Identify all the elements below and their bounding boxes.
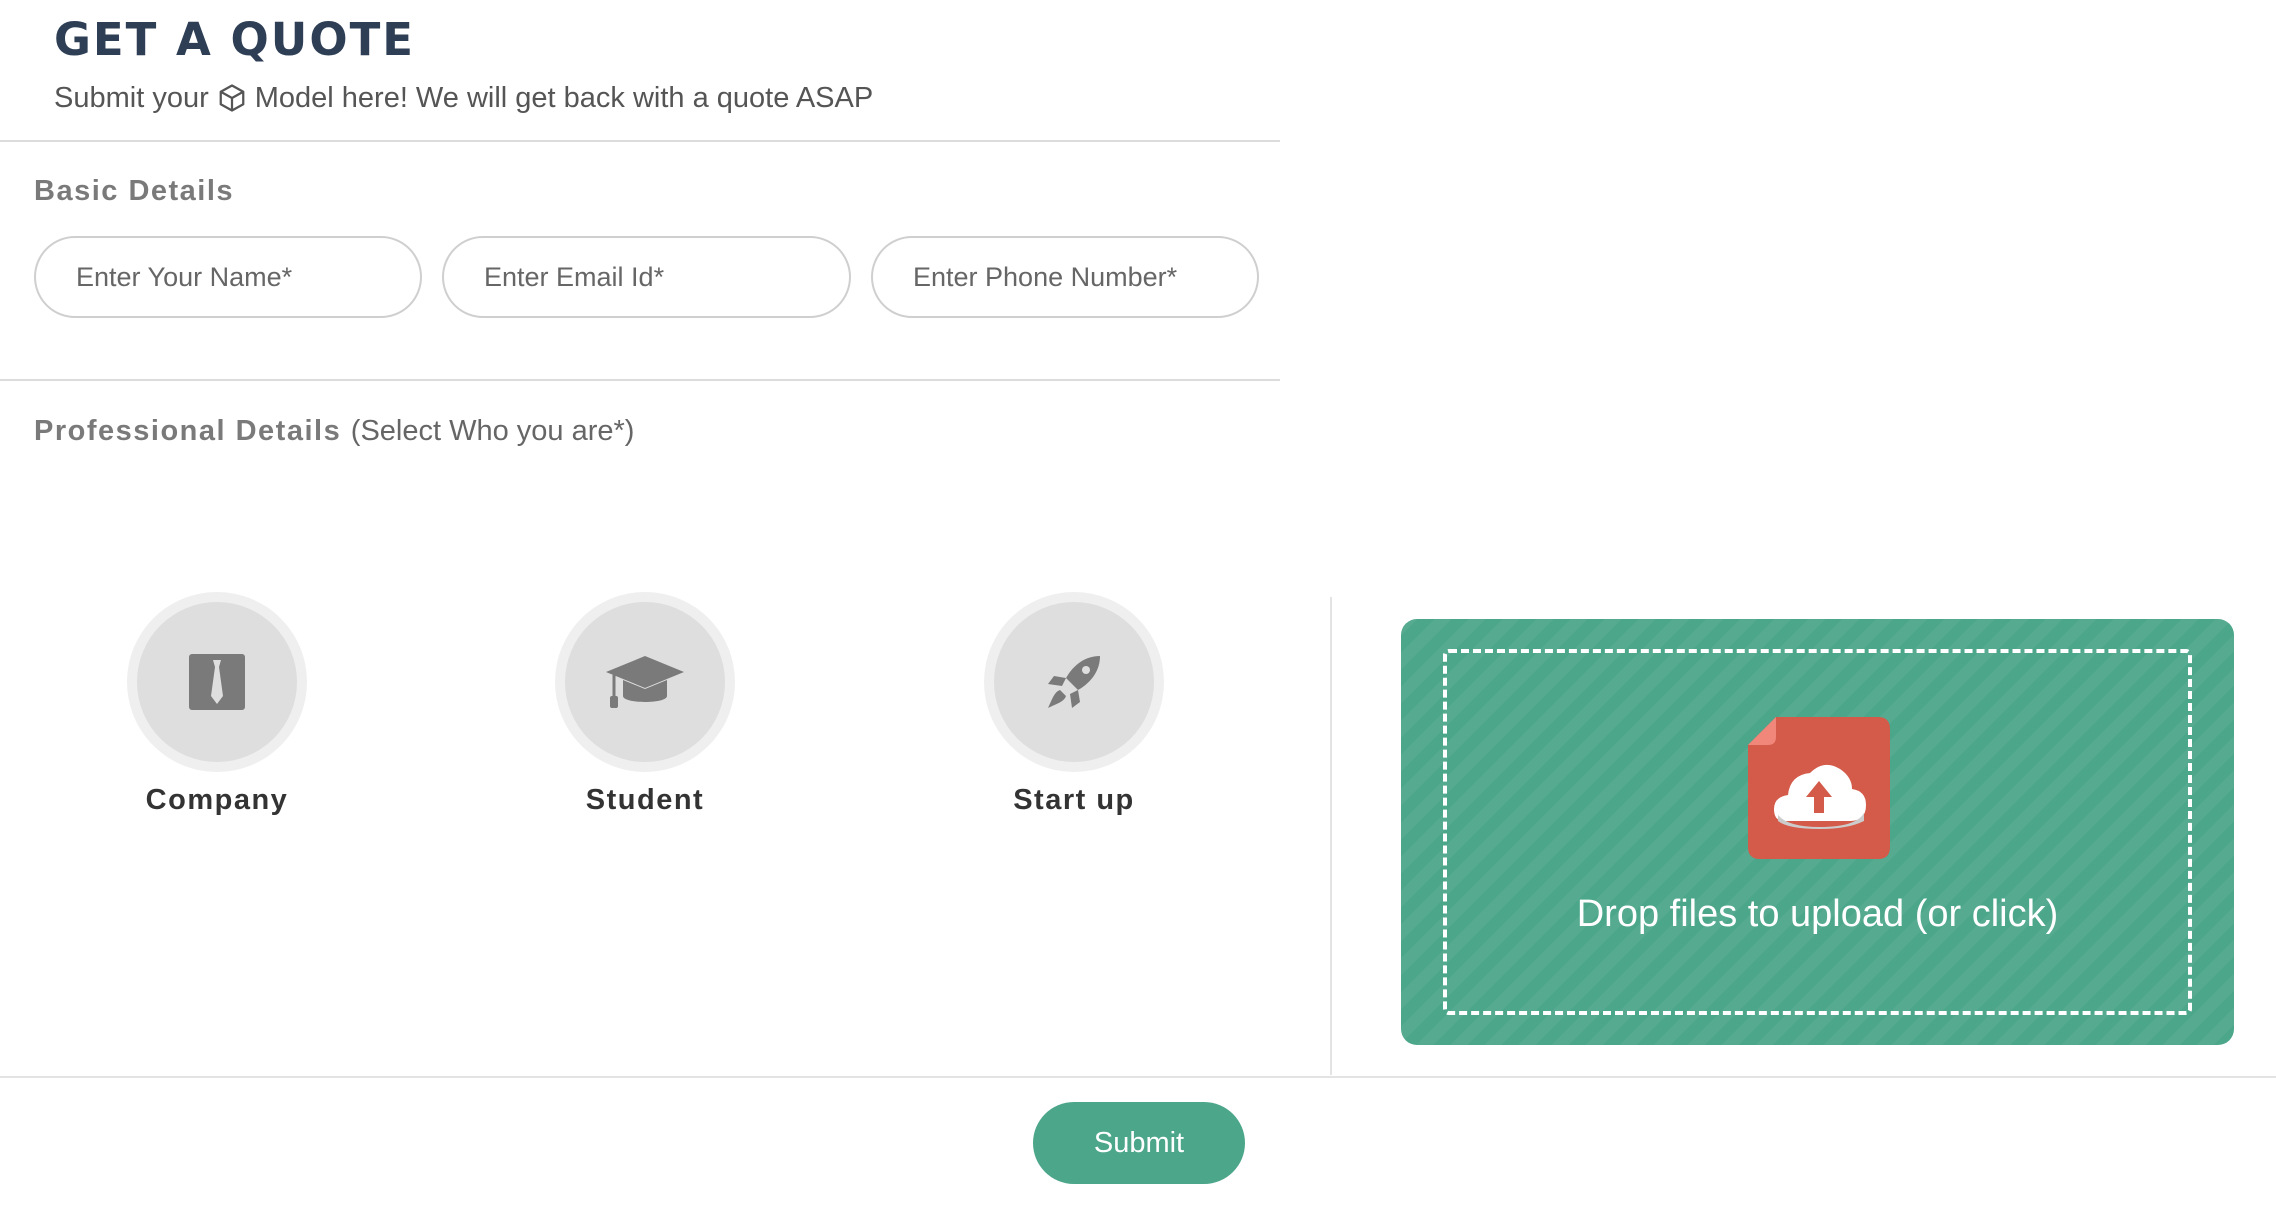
basic-details-heading: Basic Details: [34, 175, 235, 207]
role-label: Company: [145, 784, 289, 816]
divider: [0, 379, 1280, 381]
role-label: Start up: [1013, 784, 1135, 816]
role-option-startup[interactable]: Start up: [964, 602, 1184, 817]
column-divider: [1330, 597, 1332, 1075]
role-option-company[interactable]: Company: [107, 602, 327, 817]
professional-details-note: (Select Who you are*): [350, 415, 635, 447]
role-circle: [994, 602, 1154, 762]
page-title: GET A QUOTE: [54, 13, 416, 66]
cloud-upload-icon: [1748, 717, 1890, 859]
divider: [0, 1076, 2276, 1078]
role-option-student[interactable]: Student: [535, 602, 755, 817]
file-dropzone[interactable]: Drop files to upload (or click): [1401, 619, 2234, 1045]
subtitle-text-start: Submit your: [54, 82, 209, 114]
rocket-icon: [1048, 656, 1100, 708]
role-label: Student: [585, 784, 705, 816]
tie-icon: [189, 654, 245, 710]
quote-form-page: GET A QUOTE Submit your Model here! We w…: [0, 0, 2276, 1214]
page-subtitle: Submit your Model here! We will get back…: [54, 78, 873, 118]
name-input[interactable]: [34, 236, 422, 318]
role-circle: [565, 602, 725, 762]
graduation-cap-icon: [606, 656, 684, 708]
divider: [0, 140, 1280, 142]
email-input[interactable]: [442, 236, 851, 318]
cube-icon: [219, 84, 245, 112]
submit-button[interactable]: Submit: [1033, 1102, 1245, 1184]
professional-details-heading: Professional Details (Select Who you are…: [34, 415, 634, 448]
subtitle-text-end: Model here! We will get back with a quot…: [254, 82, 874, 114]
dropzone-text: Drop files to upload (or click): [1576, 893, 2059, 935]
role-circle: [137, 602, 297, 762]
professional-details-label: Professional Details: [34, 415, 342, 447]
phone-input[interactable]: [871, 236, 1259, 318]
